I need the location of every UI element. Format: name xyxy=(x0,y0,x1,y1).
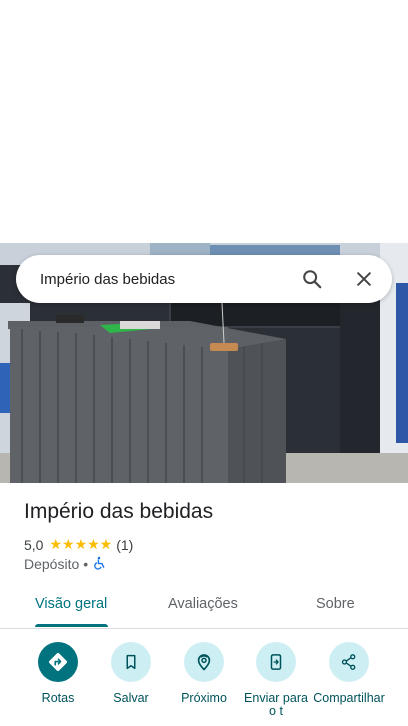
search-query-text[interactable]: Império das bebidas xyxy=(40,271,292,288)
save-label: Salvar xyxy=(113,691,149,705)
active-tab-indicator xyxy=(35,624,108,627)
search-icon[interactable] xyxy=(292,259,332,299)
close-icon[interactable] xyxy=(344,259,384,299)
map-blank-area xyxy=(0,0,408,243)
place-title: Império das bebidas xyxy=(24,500,214,523)
review-count[interactable]: (1) xyxy=(116,537,133,553)
directions-button[interactable]: Rotas xyxy=(22,642,94,705)
rating-value: 5,0 xyxy=(24,536,44,553)
place-category: Depósito xyxy=(24,556,80,572)
share-label: Compartilhar xyxy=(313,691,385,705)
nearby-label: Próximo xyxy=(181,691,227,705)
send-to-phone-button[interactable]: Enviar para o t xyxy=(240,642,312,718)
bookmark-icon[interactable] xyxy=(111,642,151,682)
nearby-button[interactable]: Próximo xyxy=(168,642,240,705)
rating-stars: ★★★★★ xyxy=(49,536,113,552)
tab-about[interactable]: Sobre xyxy=(316,596,355,612)
wheelchair-accessible-icon xyxy=(92,556,108,572)
action-bar: Rotas Salvar Próximo Enviar para o t Com… xyxy=(0,640,408,726)
tab-overview[interactable]: Visão geral xyxy=(35,596,107,612)
search-bar[interactable]: Império das bebidas xyxy=(16,255,392,303)
nearby-icon[interactable] xyxy=(184,642,224,682)
directions-label: Rotas xyxy=(41,691,75,705)
separator-dot: • xyxy=(83,556,89,572)
send-to-phone-label: Enviar para o t xyxy=(244,691,308,718)
rating-row[interactable]: 5,0 ★★★★★ (1) xyxy=(24,536,133,553)
share-button[interactable]: Compartilhar xyxy=(313,642,385,705)
tab-bar: Visão geral Avaliações Sobre xyxy=(0,586,408,629)
directions-icon[interactable] xyxy=(38,642,78,682)
share-icon[interactable] xyxy=(329,642,369,682)
category-row: Depósito • xyxy=(24,556,108,572)
tab-reviews[interactable]: Avaliações xyxy=(168,596,238,612)
send-to-phone-icon[interactable] xyxy=(256,642,296,682)
save-button[interactable]: Salvar xyxy=(95,642,167,705)
